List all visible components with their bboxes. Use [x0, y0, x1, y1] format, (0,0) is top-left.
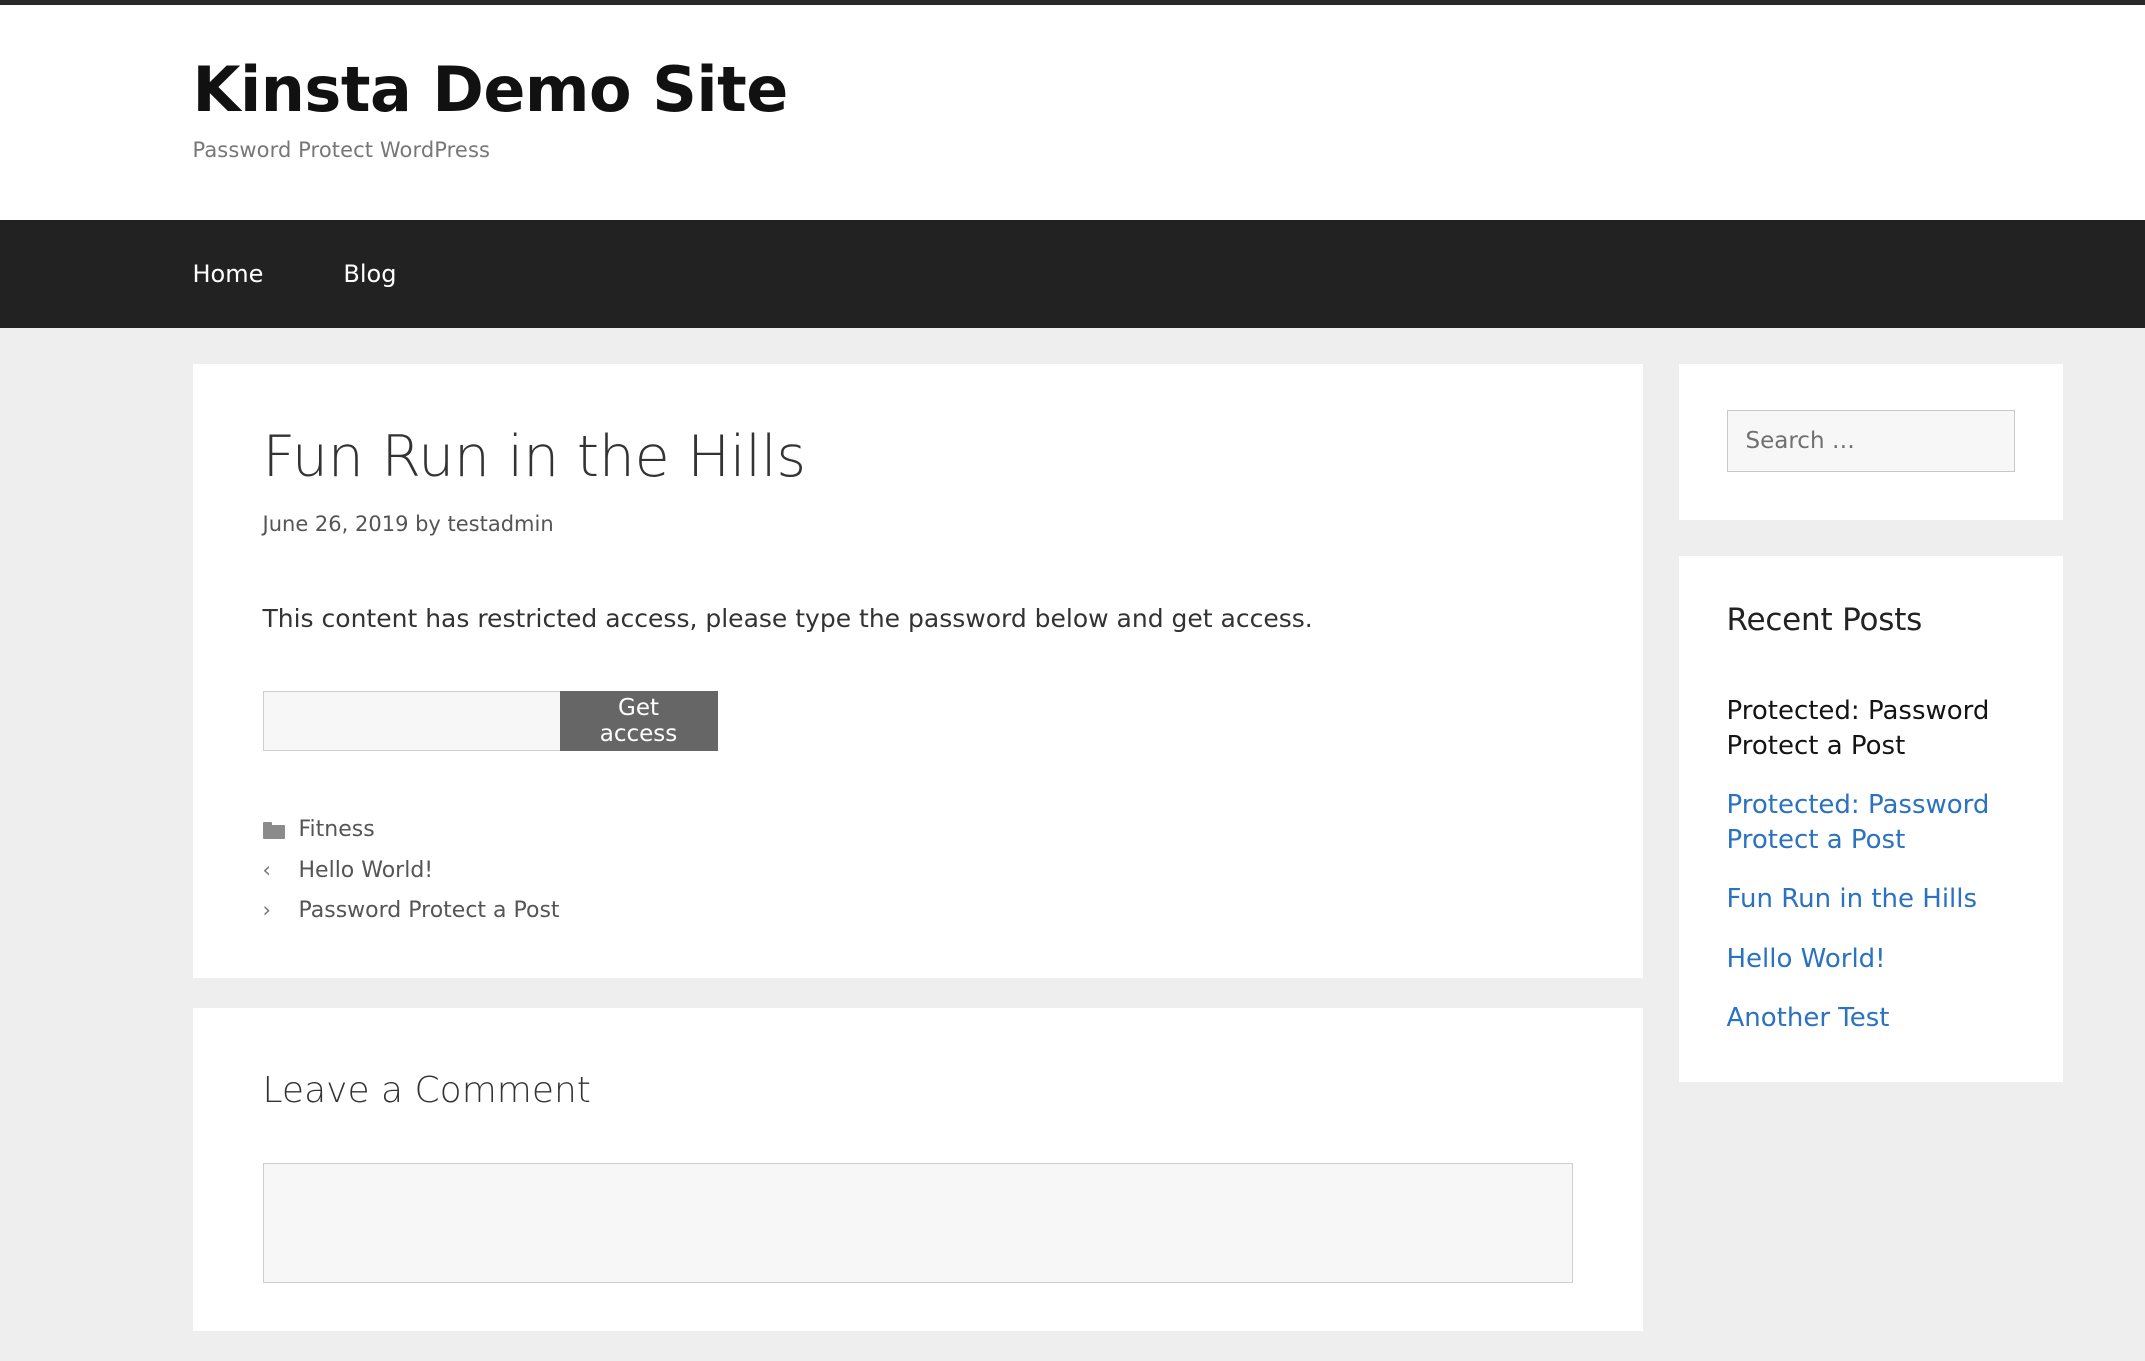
primary-navigation: Home Blog [0, 220, 2145, 329]
comment-section: Leave a Comment [192, 1007, 1643, 1331]
recent-post-link-1[interactable]: Protected: Password Protect a Post [1727, 696, 1990, 761]
next-post-row: › Password Protect a Post [263, 894, 1573, 928]
category-row: Fitness [262, 813, 1573, 847]
get-access-button[interactable]: Get access [559, 691, 718, 752]
page-title: Fun Run in the Hills [262, 424, 807, 491]
list-item: Protected: Password Protect a Post [1727, 788, 2015, 858]
folder-icon [262, 821, 285, 839]
recent-posts-list: Protected: Password Protect a Post Prote… [1727, 694, 2015, 1036]
list-item: Fun Run in the Hills [1727, 882, 2015, 917]
search-widget [1678, 364, 2063, 521]
nav-item-blog[interactable]: Blog [343, 220, 396, 328]
site-header: Kinsta Demo Site Password Protect WordPr… [0, 5, 2145, 221]
post-article: Fun Run in the Hills June 26, 2019 by te… [192, 364, 1643, 978]
entry-meta: June 26, 2019 by testadmin [262, 511, 554, 536]
recent-post-link-2[interactable]: Protected: Password Protect a Post [1727, 790, 1990, 855]
content-area: Fun Run in the Hills June 26, 2019 by te… [192, 364, 1643, 1361]
protected-message: This content has restricted access, plea… [262, 603, 1313, 633]
list-item: Another Test [1727, 1001, 2015, 1036]
nav-item-home[interactable]: Home [193, 220, 264, 328]
comment-section-title: Leave a Comment [262, 1069, 591, 1111]
list-item: Protected: Password Protect a Post [1727, 694, 2015, 764]
entry-footer: Fitness ‹ Hello World! › Password Protec… [262, 813, 1573, 928]
chevron-right-icon: › [262, 898, 271, 923]
recent-post-link-5[interactable]: Another Test [1727, 1003, 1890, 1033]
sidebar: Recent Posts Protected: Password Protect… [1678, 364, 2063, 1118]
category-link[interactable]: Fitness [299, 813, 375, 847]
recent-posts-title: Recent Posts [1726, 602, 1923, 639]
list-item: Hello World! [1727, 942, 2015, 977]
next-post-link[interactable]: Password Protect a Post [299, 894, 560, 928]
recent-posts-widget: Recent Posts Protected: Password Protect… [1678, 556, 2063, 1082]
previous-post-link[interactable]: Hello World! [299, 854, 434, 888]
comment-textarea[interactable] [262, 1162, 1573, 1283]
password-form: Get access [262, 691, 718, 752]
password-input[interactable] [262, 691, 560, 752]
previous-post-row: ‹ Hello World! [263, 854, 1573, 888]
site-title[interactable]: Kinsta Demo Site [193, 57, 1953, 122]
recent-post-link-3[interactable]: Fun Run in the Hills [1727, 884, 1978, 914]
search-input[interactable] [1726, 410, 2015, 473]
site-description: Password Protect WordPress [192, 138, 491, 163]
site-inner: Fun Run in the Hills June 26, 2019 by te… [83, 328, 2063, 1361]
chevron-left-icon: ‹ [262, 858, 271, 883]
recent-post-link-4[interactable]: Hello World! [1727, 944, 1886, 974]
